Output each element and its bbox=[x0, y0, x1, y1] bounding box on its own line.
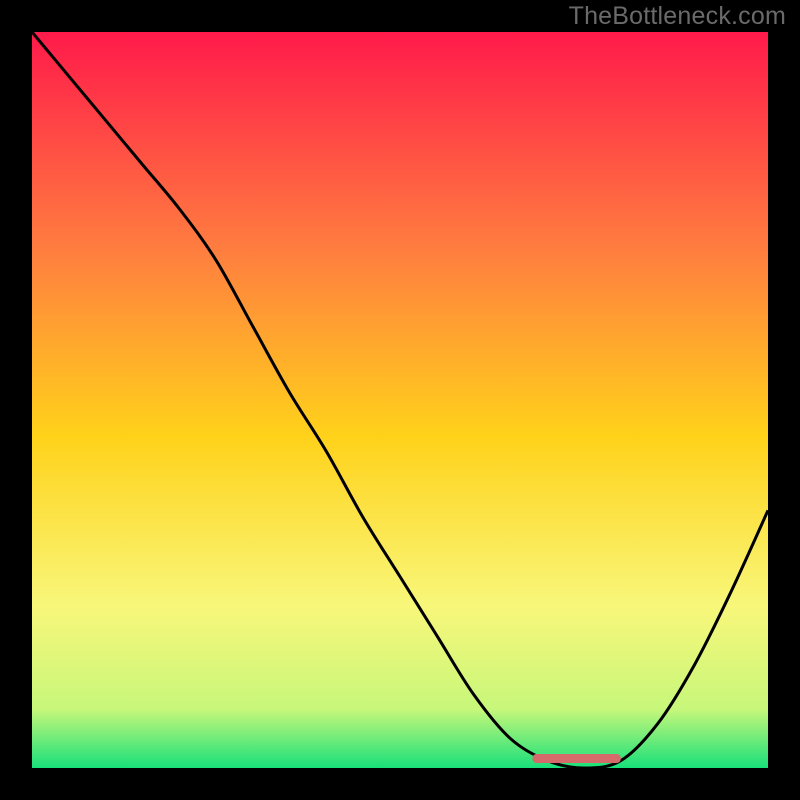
bottleneck-chart bbox=[0, 0, 800, 800]
optimal-range-marker bbox=[532, 754, 620, 763]
watermark-text: TheBottleneck.com bbox=[569, 2, 786, 31]
chart-stage: TheBottleneck.com bbox=[0, 0, 800, 800]
plot-background bbox=[32, 32, 768, 768]
